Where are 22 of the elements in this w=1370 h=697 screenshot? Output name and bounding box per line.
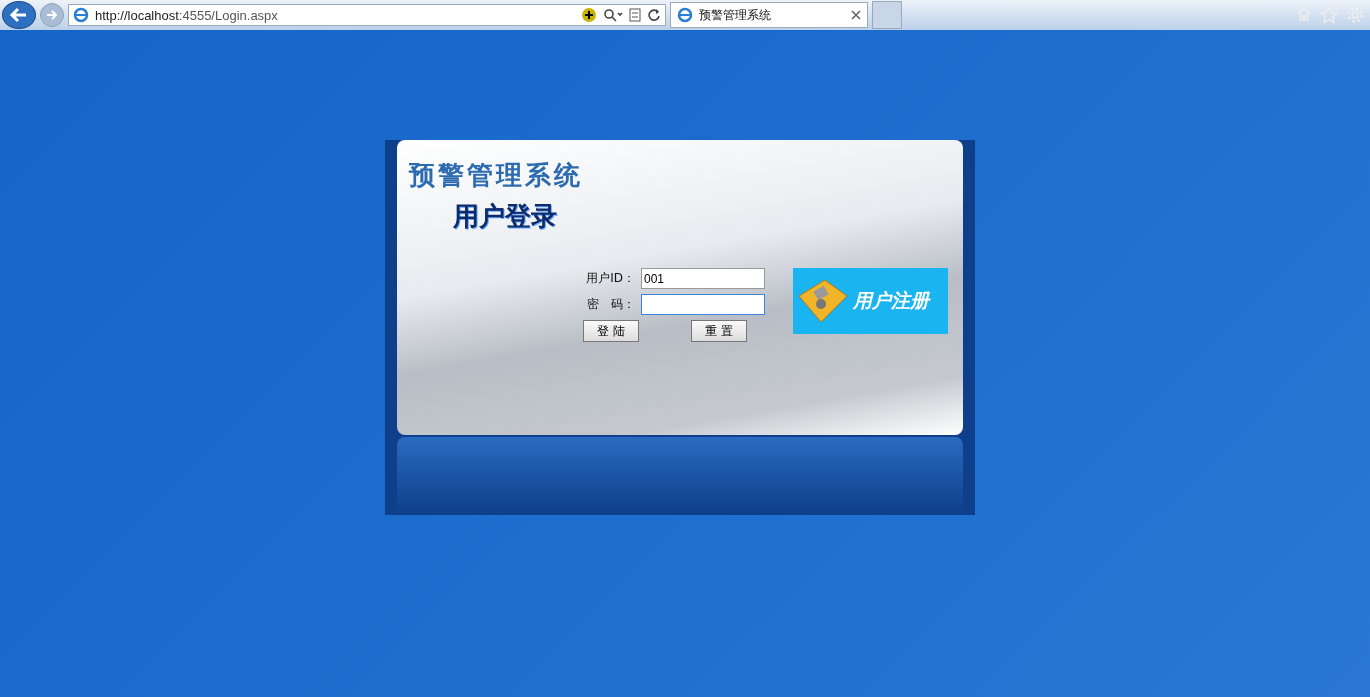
refresh-icon[interactable]	[647, 8, 661, 22]
star-icon[interactable]	[1320, 6, 1338, 24]
browser-tab[interactable]: 预警管理系统	[670, 2, 868, 28]
browser-logo-icon	[73, 7, 89, 23]
form-button[interactable]: 重 置	[691, 320, 747, 342]
input-field[interactable]: 001	[641, 268, 765, 289]
address-bar[interactable]: http://localhost:4555/Login.aspx	[68, 4, 666, 26]
forward-button[interactable]	[40, 3, 64, 27]
tab-title: 预警管理系统	[699, 6, 772, 24]
form-button[interactable]: 登 陆	[583, 320, 639, 342]
input-field[interactable]	[641, 294, 765, 315]
field-label: 用户ID：	[585, 270, 635, 287]
back-button[interactable]	[2, 1, 36, 29]
plus-icon[interactable]	[581, 7, 597, 23]
search-icon[interactable]	[603, 8, 623, 22]
field-label: 密 码：	[586, 296, 635, 313]
login-heading: 用户登录	[453, 200, 558, 233]
browser-logo-icon	[677, 7, 693, 23]
app-title: 预警管理系统	[409, 159, 584, 192]
url-text: http://localhost:4555/Login.aspx	[95, 7, 279, 23]
forward-arrow-icon	[45, 8, 59, 22]
close-icon[interactable]	[851, 10, 861, 20]
